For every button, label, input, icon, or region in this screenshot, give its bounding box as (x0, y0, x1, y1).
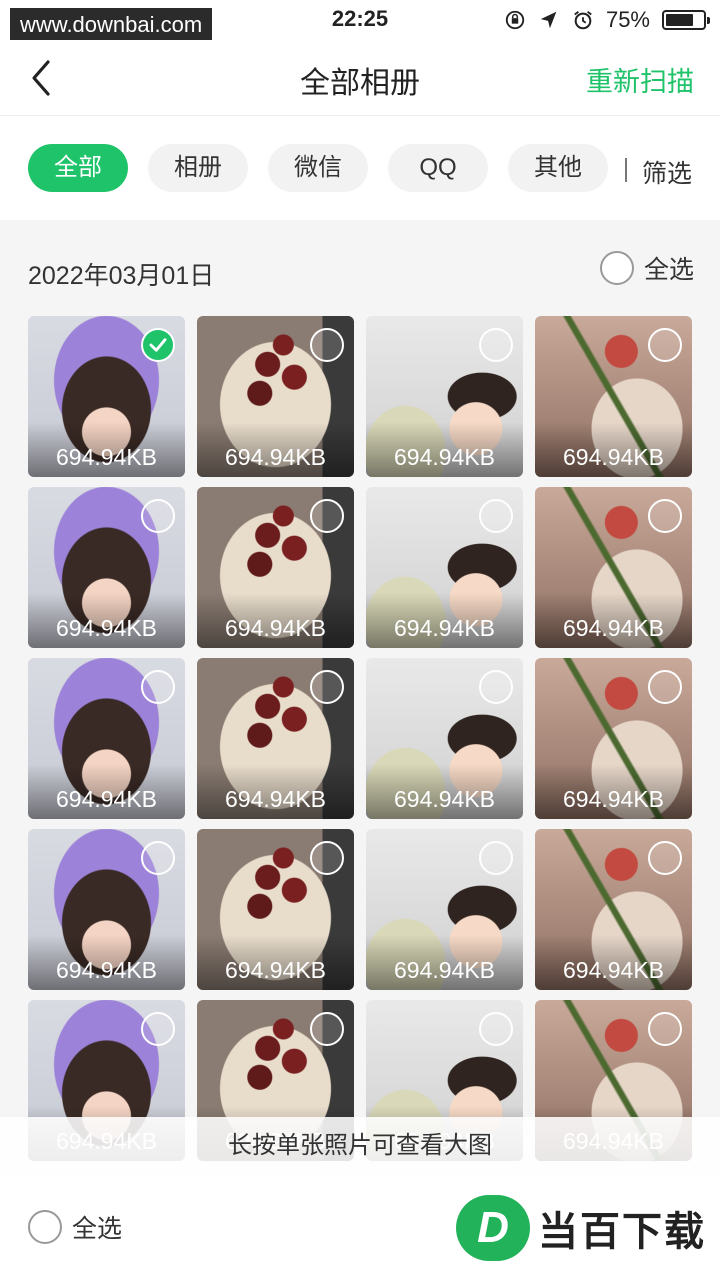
photo-thumbnail[interactable]: 694.94KB (535, 658, 692, 819)
tab-qq[interactable]: QQ (388, 144, 488, 192)
photo-size: 694.94KB (55, 615, 158, 641)
select-circle-icon[interactable] (479, 499, 513, 533)
select-circle-icon[interactable] (648, 1012, 682, 1046)
photo-size: 694.94KB (393, 615, 496, 641)
select-circle-icon[interactable] (141, 499, 175, 533)
photo-size: 694.94KB (224, 444, 327, 470)
photo-size: 694.94KB (55, 444, 158, 470)
select-circle-icon[interactable] (648, 670, 682, 704)
logo-badge: D (456, 1195, 530, 1261)
photo-size: 694.94KB (393, 444, 496, 470)
photo-thumbnail[interactable]: 694.94KB (535, 316, 692, 477)
select-circle-icon[interactable] (28, 1210, 62, 1244)
battery-percent: 75% (605, 7, 650, 32)
group-select-all[interactable]: 全选 (599, 250, 694, 286)
filter-bar: 全部 相册 微信 QQ 其他 筛选 (0, 116, 720, 220)
filter-divider (625, 158, 627, 182)
logo-text: 当百下载 (538, 1210, 706, 1254)
select-circle-icon[interactable] (648, 841, 682, 875)
battery-level (666, 14, 693, 26)
select-circle-icon[interactable] (599, 251, 634, 285)
photo-thumbnail[interactable]: 694.94KB (197, 487, 354, 648)
status-bar: www.downbai.com 22:25 75% (0, 0, 720, 42)
select-circle-icon[interactable] (310, 328, 344, 362)
photo-size: 694.94KB (55, 786, 158, 812)
photo-size: 694.94KB (562, 615, 665, 641)
photo-size: 694.94KB (224, 615, 327, 641)
select-circle-icon[interactable] (310, 670, 344, 704)
photo-size: 694.94KB (562, 444, 665, 470)
select-circle-icon[interactable] (141, 670, 175, 704)
date-group-header: 2022年03月01日 全选 (0, 220, 720, 316)
photo-size: 694.94KB (562, 957, 665, 983)
photo-size: 694.94KB (224, 786, 327, 812)
group-date: 2022年03月01日 (28, 262, 215, 290)
photo-thumbnail[interactable]: 694.94KB (535, 487, 692, 648)
checkmark-icon[interactable] (141, 328, 175, 362)
navigation-header: 全部相册 重新扫描 (0, 40, 720, 116)
filter-button[interactable]: 筛选 (642, 154, 692, 190)
orientation-lock-icon (505, 10, 525, 30)
bottom-select-all-label: 全选 (72, 1215, 123, 1243)
photo-thumbnail[interactable]: 694.94KB (28, 658, 185, 819)
select-circle-icon[interactable] (310, 499, 344, 533)
site-logo: D 当百下载 (456, 1195, 706, 1261)
alarm-icon (574, 11, 592, 30)
status-icons: 75% (504, 6, 710, 34)
location-icon (540, 11, 557, 29)
battery-icon (662, 10, 710, 30)
select-circle-icon[interactable] (479, 328, 513, 362)
photo-thumbnail[interactable]: 694.94KB (197, 316, 354, 477)
photo-size: 694.94KB (224, 957, 327, 983)
select-circle-icon[interactable] (141, 841, 175, 875)
photo-size: 694.94KB (562, 786, 665, 812)
tab-all[interactable]: 全部 (28, 144, 128, 192)
tab-other[interactable]: 其他 (508, 144, 608, 192)
photo-size: 694.94KB (393, 957, 496, 983)
photo-thumbnail[interactable]: 694.94KB (366, 829, 523, 990)
photo-thumbnail[interactable]: 694.94KB (197, 658, 354, 819)
select-circle-icon[interactable] (310, 1012, 344, 1046)
photo-thumbnail[interactable]: 694.94KB (366, 487, 523, 648)
bottom-select-all[interactable]: 全选 (28, 1209, 122, 1245)
tab-album[interactable]: 相册 (148, 144, 248, 192)
photo-thumbnail[interactable]: 694.94KB (366, 316, 523, 477)
select-circle-icon[interactable] (648, 499, 682, 533)
select-circle-icon[interactable] (648, 328, 682, 362)
select-circle-icon[interactable] (141, 1012, 175, 1046)
select-circle-icon[interactable] (479, 670, 513, 704)
photo-thumbnail[interactable]: 694.94KB (28, 829, 185, 990)
photo-thumbnail[interactable]: 694.94KB (535, 829, 692, 990)
bottom-bar: 全选 D 当百下载 (0, 1175, 720, 1280)
group-select-all-label: 全选 (643, 256, 694, 284)
photo-size: 694.94KB (55, 957, 158, 983)
photo-thumbnail[interactable]: 694.94KB (28, 487, 185, 648)
hint-toast: 长按单张照片可查看大图 (0, 1117, 720, 1175)
photo-thumbnail[interactable]: 694.94KB (28, 316, 185, 477)
rescan-button[interactable]: 重新扫描 (586, 60, 694, 99)
select-circle-icon[interactable] (479, 841, 513, 875)
select-circle-icon[interactable] (310, 841, 344, 875)
photo-thumbnail[interactable]: 694.94KB (366, 658, 523, 819)
tab-wechat[interactable]: 微信 (268, 144, 368, 192)
photo-thumbnail[interactable]: 694.94KB (197, 829, 354, 990)
photo-size: 694.94KB (393, 786, 496, 812)
select-circle-icon[interactable] (479, 1012, 513, 1046)
